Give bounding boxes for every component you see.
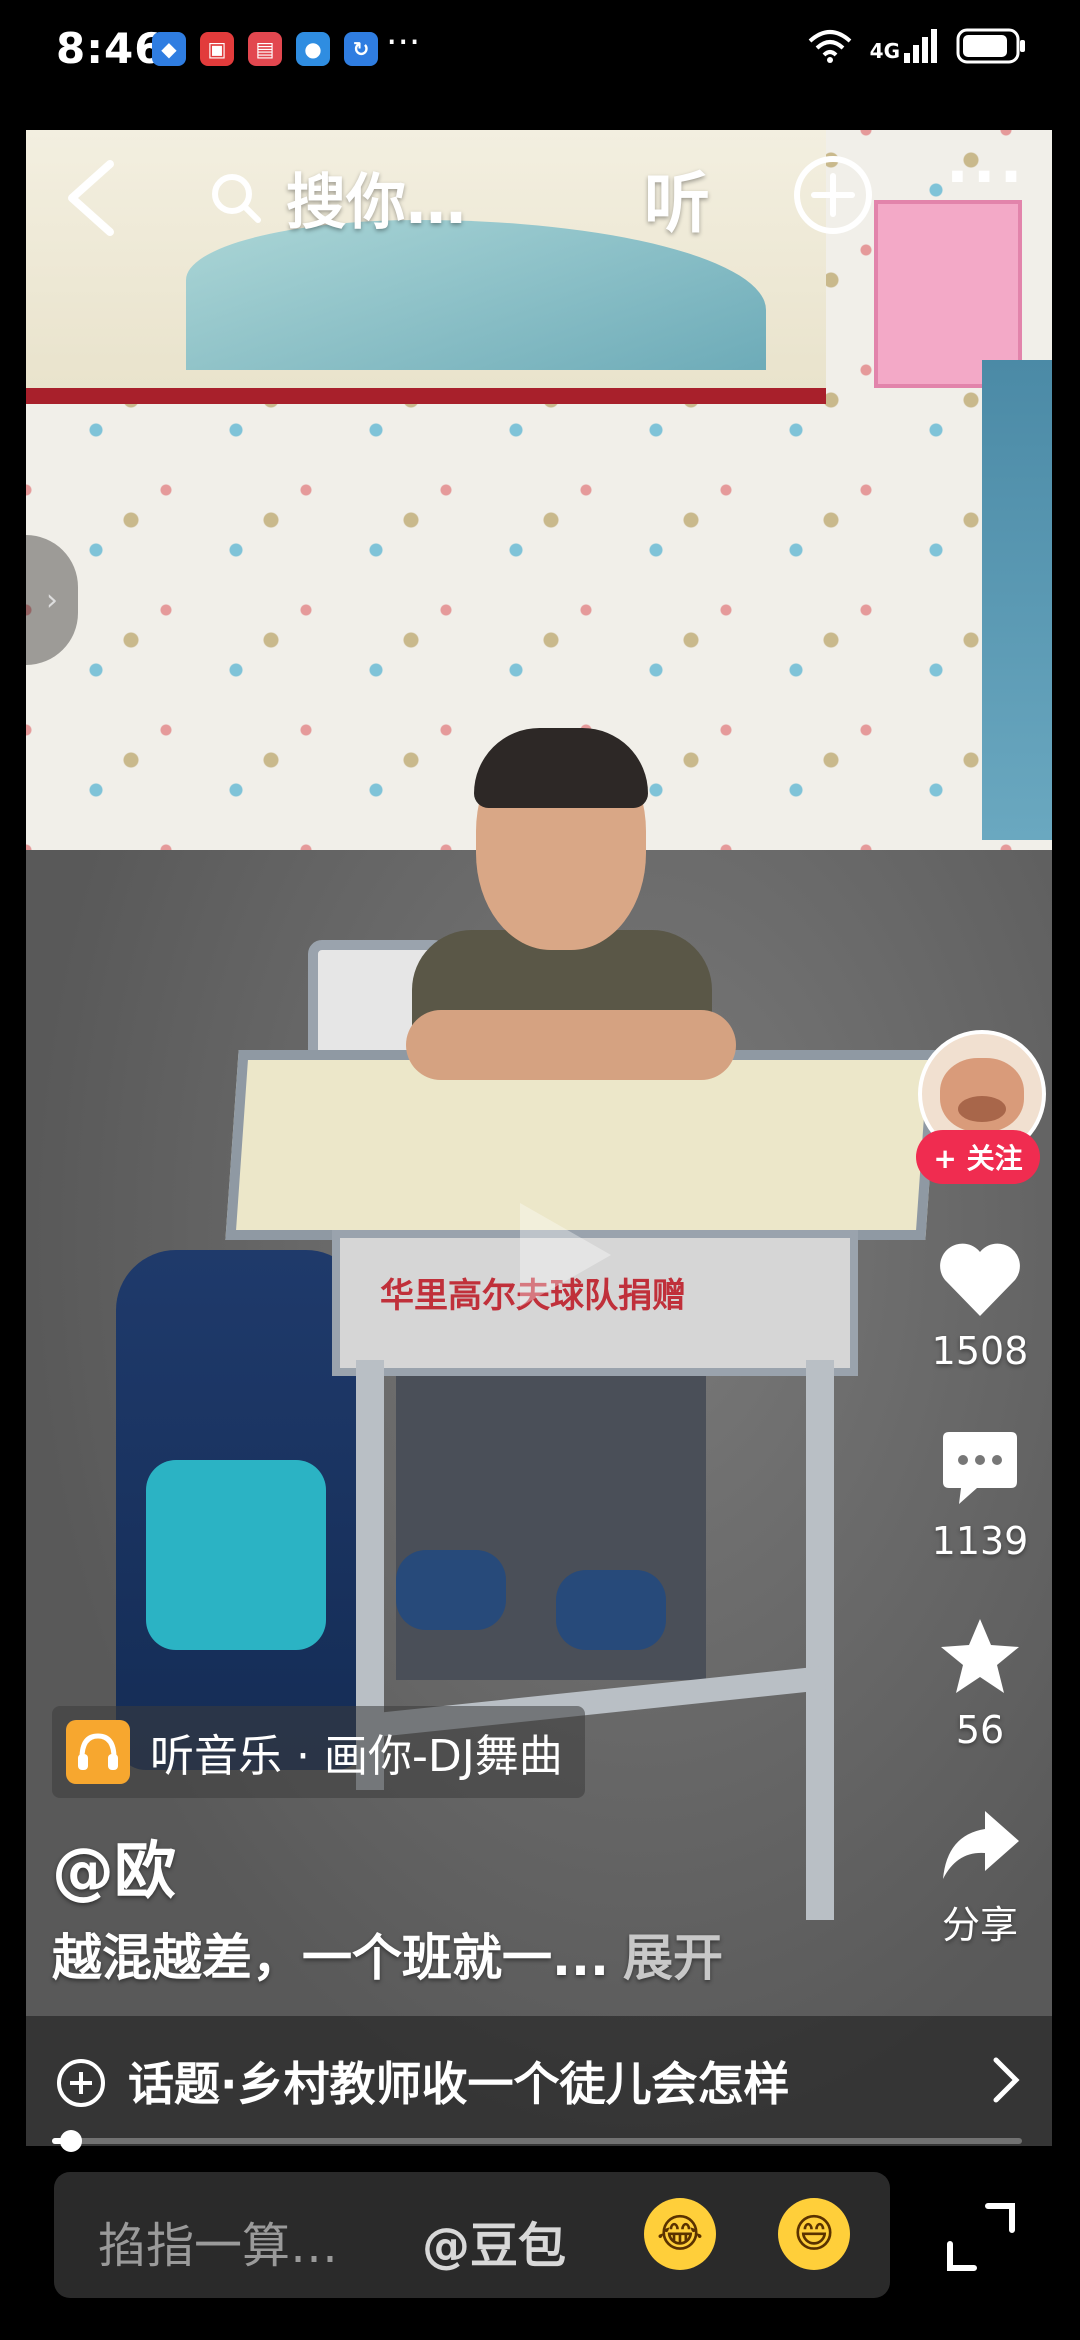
chevron-right-icon (993, 2057, 1020, 2103)
comment-button[interactable]: 1139 (918, 1430, 1042, 1563)
follow-button[interactable]: + 关注 (916, 1130, 1040, 1184)
search-text: 搜你… (286, 168, 466, 238)
fullscreen-icon[interactable] (944, 2200, 1018, 2274)
topic-text: 话题·乡村教师收一个徒儿会怎样 (128, 2057, 790, 2111)
author-name[interactable]: @欧 (52, 1820, 176, 1910)
video-player[interactable]: 华里高尔夫球队捐赠 (26, 130, 1052, 2146)
music-chip[interactable]: 听音乐 · 画你-DJ舞曲 (52, 1706, 585, 1798)
mention-button[interactable]: @豆包 (422, 2206, 566, 2276)
listen-button[interactable]: 听 (644, 150, 710, 246)
grinning-emoji-icon[interactable]: 😄 (778, 2198, 850, 2270)
like-count: 1508 (931, 1329, 1029, 1373)
shoe (556, 1570, 666, 1650)
top-bar: 搜你… 听 ··· (0, 140, 1080, 250)
share-button[interactable]: 分享 (918, 1805, 1042, 1949)
child-arms (406, 1010, 736, 1080)
favorite-button[interactable]: 56 (918, 1615, 1042, 1752)
comment-input-bar[interactable]: 掐指一算… @豆包 😂 😄 (54, 2172, 890, 2298)
topic-bar[interactable]: 话题·乡村教师收一个徒儿会怎样 (26, 2016, 1052, 2146)
message-app-icon: ● (296, 32, 330, 66)
backpack-pocket (146, 1460, 326, 1650)
search-icon (212, 173, 261, 223)
battery-icon (956, 28, 1025, 64)
search-box[interactable]: 搜你… (208, 154, 466, 241)
red-app-icon: ▤ (248, 32, 282, 66)
play-icon[interactable] (494, 1190, 624, 1320)
headphones-icon (66, 1720, 130, 1784)
expand-button[interactable]: 展开 (623, 1929, 723, 1987)
sync-app-icon: ↻ (344, 32, 378, 66)
description-text: 越混越差，一个班就一... (52, 1929, 609, 1987)
playback-progress[interactable] (52, 2130, 1022, 2152)
news-app-icon: ▣ (200, 32, 234, 66)
curtain (982, 360, 1052, 840)
crying-laughing-emoji-icon[interactable]: 😂 (644, 2198, 716, 2270)
status-right: 4G (808, 28, 1026, 64)
cellular-signal-icon: 4G (870, 29, 938, 63)
back-arrow-icon[interactable] (58, 158, 128, 238)
notification-icons: ◆ ▣ ▤ ● ↻ (152, 32, 378, 66)
like-button[interactable]: 1508 (918, 1240, 1042, 1373)
wifi-icon (808, 30, 851, 63)
post-description: 越混越差，一个班就一... 展开 (52, 1918, 723, 1990)
favorite-count: 56 (955, 1708, 1005, 1752)
share-arrow-icon (943, 1811, 1019, 1879)
shoe (396, 1550, 506, 1630)
comment-count: 1139 (931, 1519, 1029, 1563)
plus-circle-icon (57, 2059, 105, 2107)
network-type: 4G (869, 39, 900, 63)
status-bar: 8:46 ◆ ▣ ▤ ● ↻ ··· 4G (0, 0, 1080, 110)
music-label: 听音乐 · 画你-DJ舞曲 (150, 1731, 563, 1782)
star-icon (941, 1619, 1019, 1693)
heart-icon (940, 1243, 1020, 1316)
action-rail: + 关注 1508 1139 56 分享 (916, 1030, 1046, 1947)
add-icon[interactable] (790, 152, 876, 238)
shield-app-icon: ◆ (152, 32, 186, 66)
comment-placeholder[interactable]: 掐指一算… (98, 2206, 338, 2276)
more-options-icon[interactable]: ··· (946, 142, 1026, 212)
more-notifications-icon: ··· (386, 22, 421, 63)
comment-icon (943, 1432, 1017, 1504)
share-label: 分享 (941, 1903, 1018, 1947)
status-time: 8:46 (56, 24, 165, 73)
desk-leg (806, 1360, 834, 1920)
progress-knob[interactable] (60, 2130, 83, 2152)
